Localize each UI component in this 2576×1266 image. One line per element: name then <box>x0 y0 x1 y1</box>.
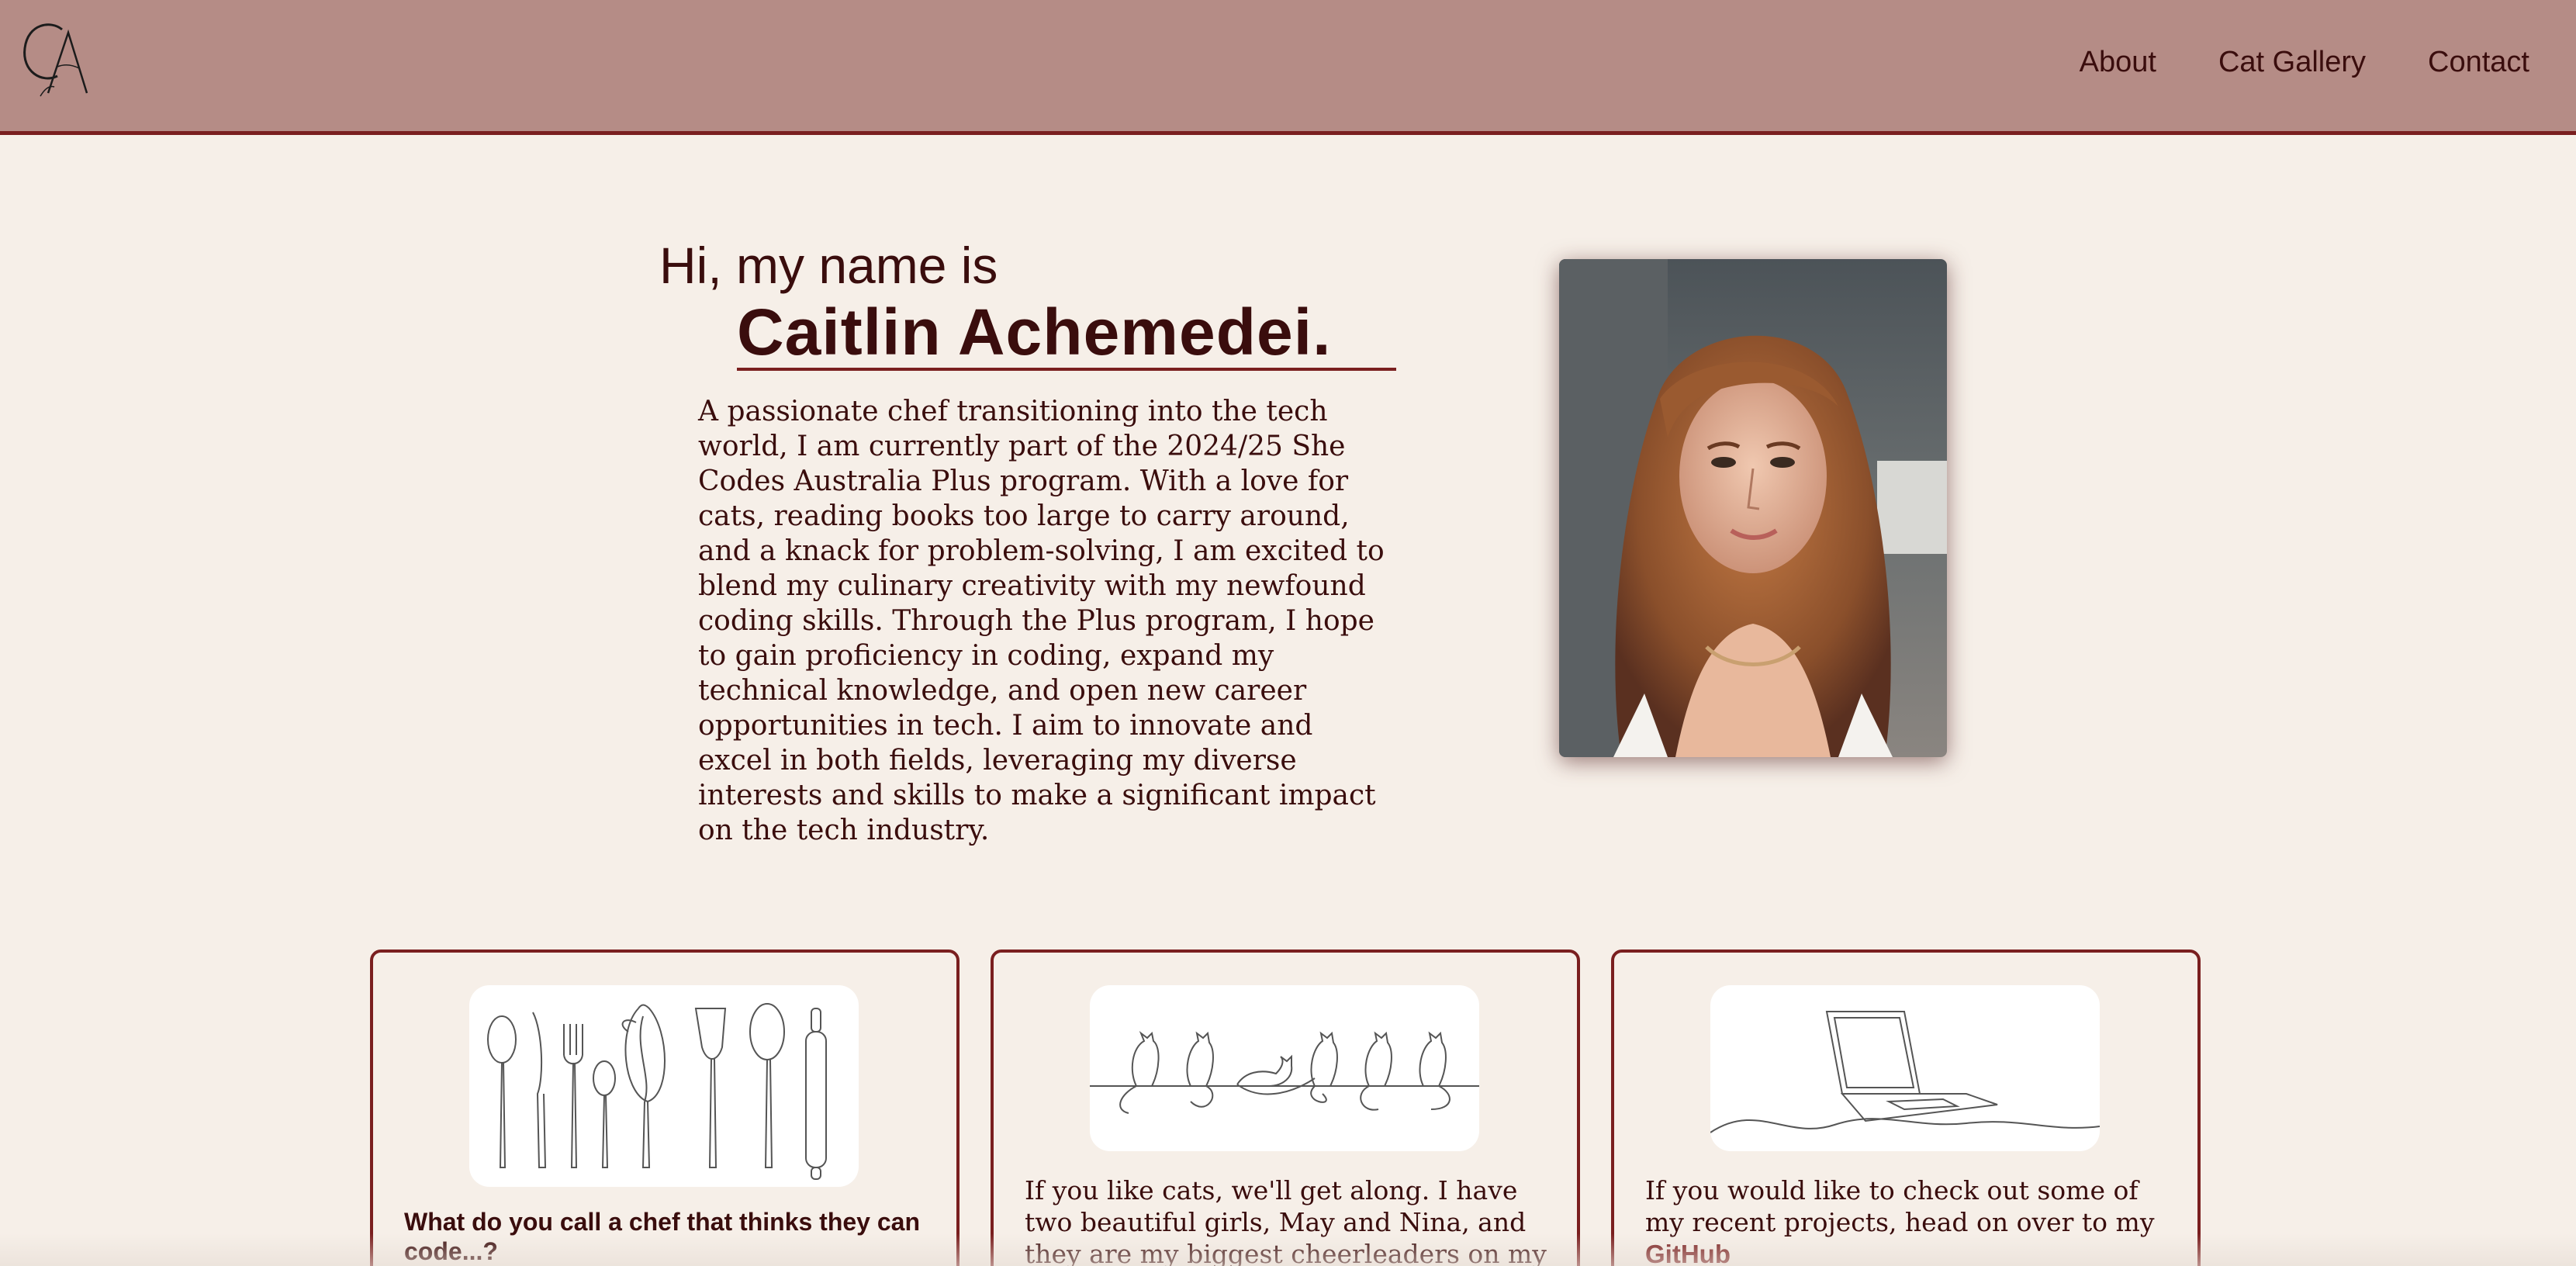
cats-illustration <box>1090 985 1479 1151</box>
cats-icon <box>1090 1031 1479 1114</box>
card-projects: If you would like to check out some of m… <box>1611 950 2201 1266</box>
nav-about[interactable]: About <box>2080 40 2156 84</box>
laptop-illustration <box>1710 985 2100 1151</box>
ca-monogram-icon <box>23 23 88 97</box>
name-underline <box>737 368 1396 371</box>
chef-joke-question: What do you call a chef that thinks they… <box>404 1208 920 1265</box>
utensils-illustration <box>469 985 859 1187</box>
nav-cat-gallery[interactable]: Cat Gallery <box>2218 40 2366 84</box>
laptop-icon <box>1710 1011 2100 1133</box>
hero-greeting: Hi, my name is <box>659 237 998 294</box>
site-header: About Cat Gallery Contact <box>0 0 2576 135</box>
cats-text: If you like cats, we'll get along. I hav… <box>1025 1175 1547 1266</box>
profile-photo <box>1559 259 1947 757</box>
hero-name: Caitlin Achemedei. <box>737 296 1332 368</box>
github-link[interactable]: GitHub <box>1645 1240 1731 1266</box>
utensils-icon <box>487 1003 827 1180</box>
nav-contact[interactable]: Contact <box>2428 40 2529 84</box>
projects-text: If you would like to check out some of m… <box>1645 1174 2173 1266</box>
card-chef-joke: What do you call a chef that thinks they… <box>370 950 960 1266</box>
main-nav: About Cat Gallery Contact <box>2080 40 2529 84</box>
card-cats: If you like cats, we'll get along. I hav… <box>991 950 1580 1266</box>
projects-text-body: If you would like to check out some of m… <box>1645 1175 2155 1237</box>
hero-intro: A passionate chef transitioning into the… <box>698 396 1385 846</box>
ca-logo[interactable] <box>17 17 95 99</box>
